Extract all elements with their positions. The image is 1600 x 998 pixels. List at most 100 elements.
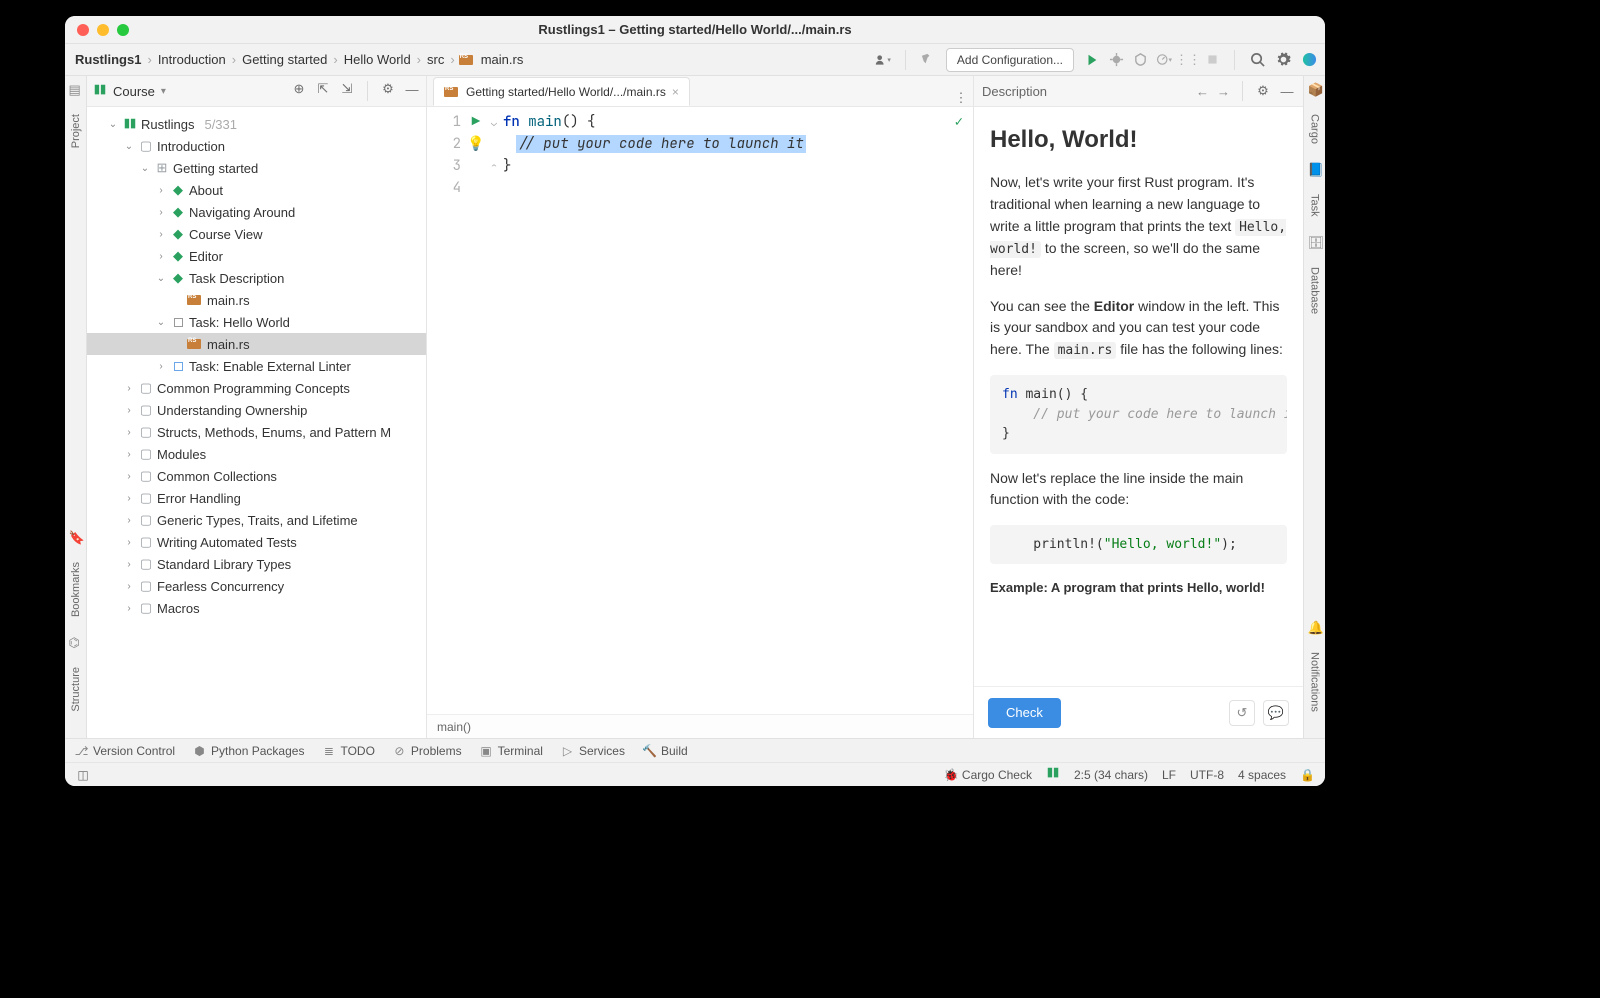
fold-icon[interactable]: ⌄ [491, 112, 501, 134]
tree-section[interactable]: ⌄ ▢ Introduction [87, 135, 426, 157]
cargo-check-status[interactable]: 🐞 Cargo Check [944, 768, 1032, 782]
editor-tab[interactable]: Getting started/Hello World/.../main.rs … [433, 77, 690, 106]
tree-lesson[interactable]: ›◆Editor [87, 245, 426, 267]
tree-section[interactable]: ›▢Modules [87, 443, 426, 465]
build-tab[interactable]: 🔨Build [643, 744, 688, 758]
database-tool-tab[interactable]: Database [1309, 263, 1321, 318]
chevron-down-icon[interactable]: ⌄ [107, 119, 119, 130]
chevron-down-icon[interactable]: ⌄ [155, 273, 167, 284]
debug-icon[interactable] [1108, 52, 1124, 68]
indent[interactable]: 4 spaces [1238, 768, 1286, 782]
comment-icon[interactable]: 💬 [1263, 700, 1289, 726]
close-window-button[interactable] [77, 24, 89, 36]
fold-icon[interactable]: ⌃ [491, 156, 501, 178]
user-icon[interactable]: ▾ [875, 52, 891, 68]
close-tab-icon[interactable]: × [672, 85, 679, 99]
check-button[interactable]: Check [988, 698, 1061, 728]
panel-settings-icon[interactable]: ⚙ [380, 81, 396, 97]
task-tool-icon[interactable]: 📘 [1308, 162, 1322, 176]
description-content[interactable]: Hello, World! Now, let's write your firs… [974, 107, 1303, 686]
panel-hide-icon[interactable]: — [404, 81, 420, 97]
settings-gear-icon[interactable] [1275, 52, 1291, 68]
intention-bulb-icon[interactable]: 💡 [467, 135, 484, 153]
code-area[interactable]: ⌄fn main() { // put your code here to la… [485, 107, 973, 714]
cargo-tool-tab[interactable]: Cargo [1309, 110, 1321, 148]
services-tab[interactable]: ▷Services [561, 744, 625, 758]
course-status-icon[interactable] [1046, 766, 1060, 783]
chevron-down-icon[interactable]: ⌄ [123, 141, 135, 152]
stop-icon[interactable] [1204, 52, 1220, 68]
run-icon[interactable] [1084, 52, 1100, 68]
panel-hide-icon[interactable]: — [1279, 83, 1295, 99]
tree-section[interactable]: ›▢Error Handling [87, 487, 426, 509]
chevron-down-icon[interactable]: ⌄ [139, 163, 151, 174]
readonly-lock-icon[interactable]: 🔒 [1300, 768, 1315, 782]
notifications-tool-tab[interactable]: Notifications [1309, 648, 1321, 716]
tree-file[interactable]: main.rs [87, 289, 426, 311]
course-tree[interactable]: ⌄ Rustlings 5/331 ⌄ ▢ Introduction ⌄ ⊞ G… [87, 107, 426, 738]
chevron-down-icon[interactable]: ⌄ [155, 317, 167, 328]
maximize-window-button[interactable] [117, 24, 129, 36]
code-editor[interactable]: ✓ 1234 ▶ 💡 ⌄fn main() { // put your code… [427, 107, 973, 714]
terminal-tab[interactable]: ▣Terminal [480, 744, 543, 758]
breadcrumb-item[interactable]: Rustlings1 [73, 52, 143, 67]
expand-all-icon[interactable]: ⇱ [315, 81, 331, 97]
tree-file-selected[interactable]: main.rs [87, 333, 426, 355]
run-config-dropdown[interactable]: Add Configuration... [946, 48, 1074, 72]
todo-tab[interactable]: ≣TODO [322, 744, 374, 758]
cargo-tool-icon[interactable]: 📦 [1308, 82, 1322, 96]
tree-lesson[interactable]: ⌄◆Task Description [87, 267, 426, 289]
collapse-all-icon[interactable]: ⇲ [339, 81, 355, 97]
encoding[interactable]: UTF-8 [1190, 768, 1224, 782]
tool-window-toggle-icon[interactable]: ◫ [75, 767, 91, 783]
tree-section[interactable]: ›▢Fearless Concurrency [87, 575, 426, 597]
hammer-build-icon[interactable] [920, 52, 936, 68]
minimize-window-button[interactable] [97, 24, 109, 36]
breadcrumb-item[interactable]: Hello World [342, 52, 413, 67]
prev-task-icon[interactable]: ← [1196, 84, 1209, 99]
version-control-tab[interactable]: ⎇Version Control [75, 744, 175, 758]
caret-position[interactable]: 2:5 (34 chars) [1074, 768, 1148, 782]
project-tool-icon[interactable]: ▤ [69, 82, 83, 96]
breadcrumb-item[interactable]: Introduction [156, 52, 228, 67]
search-icon[interactable] [1249, 52, 1265, 68]
problems-tab[interactable]: ⊘Problems [393, 744, 462, 758]
dropdown-chevron-icon[interactable]: ▾ [161, 86, 166, 97]
reset-task-icon[interactable]: ↺ [1229, 700, 1255, 726]
project-tool-tab[interactable]: Project [70, 110, 82, 152]
python-packages-tab[interactable]: ⬢Python Packages [193, 744, 304, 758]
line-ending[interactable]: LF [1162, 768, 1176, 782]
editor-breadcrumb[interactable]: main() [427, 714, 973, 738]
task-tool-tab[interactable]: Task [1309, 190, 1321, 221]
breadcrumb-item[interactable]: main.rs [479, 52, 526, 67]
bookmarks-tool-tab[interactable]: Bookmarks [70, 558, 82, 621]
tree-section[interactable]: ›▢Writing Automated Tests [87, 531, 426, 553]
run-line-icon[interactable]: ▶ [472, 113, 480, 131]
panel-settings-icon[interactable]: ⚙ [1255, 83, 1271, 99]
structure-tool-tab[interactable]: Structure [70, 663, 82, 716]
tree-lesson[interactable]: ›◆Navigating Around [87, 201, 426, 223]
tree-section[interactable]: ›▢Generic Types, Traits, and Lifetime [87, 509, 426, 531]
coverage-icon[interactable] [1132, 52, 1148, 68]
tab-overflow-icon[interactable]: ⋮ [949, 90, 973, 106]
tree-section[interactable]: ›▢Standard Library Types [87, 553, 426, 575]
tree-lesson[interactable]: ›◆About [87, 179, 426, 201]
tree-section[interactable]: ›▢Macros [87, 597, 426, 619]
tree-root[interactable]: ⌄ Rustlings 5/331 [87, 113, 426, 135]
tree-section[interactable]: ⌄ ⊞ Getting started [87, 157, 426, 179]
profile-icon[interactable]: ▾ [1156, 52, 1172, 68]
chevron-right-icon[interactable]: › [155, 185, 167, 196]
panel-title-label[interactable]: Course [113, 84, 155, 99]
locate-icon[interactable]: ⊕ [291, 81, 307, 97]
notifications-tool-icon[interactable]: 🔔 [1308, 620, 1322, 634]
tree-section[interactable]: ›▢Common Collections [87, 465, 426, 487]
database-tool-icon[interactable]: 🗄 [1308, 235, 1322, 249]
tree-lesson[interactable]: ›◆Course View [87, 223, 426, 245]
next-task-icon[interactable]: → [1217, 84, 1230, 99]
tree-task[interactable]: ›Task: Enable External Linter [87, 355, 426, 377]
tree-section[interactable]: ›▢Understanding Ownership [87, 399, 426, 421]
structure-tool-icon[interactable]: ⌬ [69, 635, 83, 649]
tree-section[interactable]: ›▢Structs, Methods, Enums, and Pattern M [87, 421, 426, 443]
attach-icon[interactable]: ⋮⋮ [1180, 52, 1196, 68]
breadcrumb-item[interactable]: Getting started [240, 52, 329, 67]
